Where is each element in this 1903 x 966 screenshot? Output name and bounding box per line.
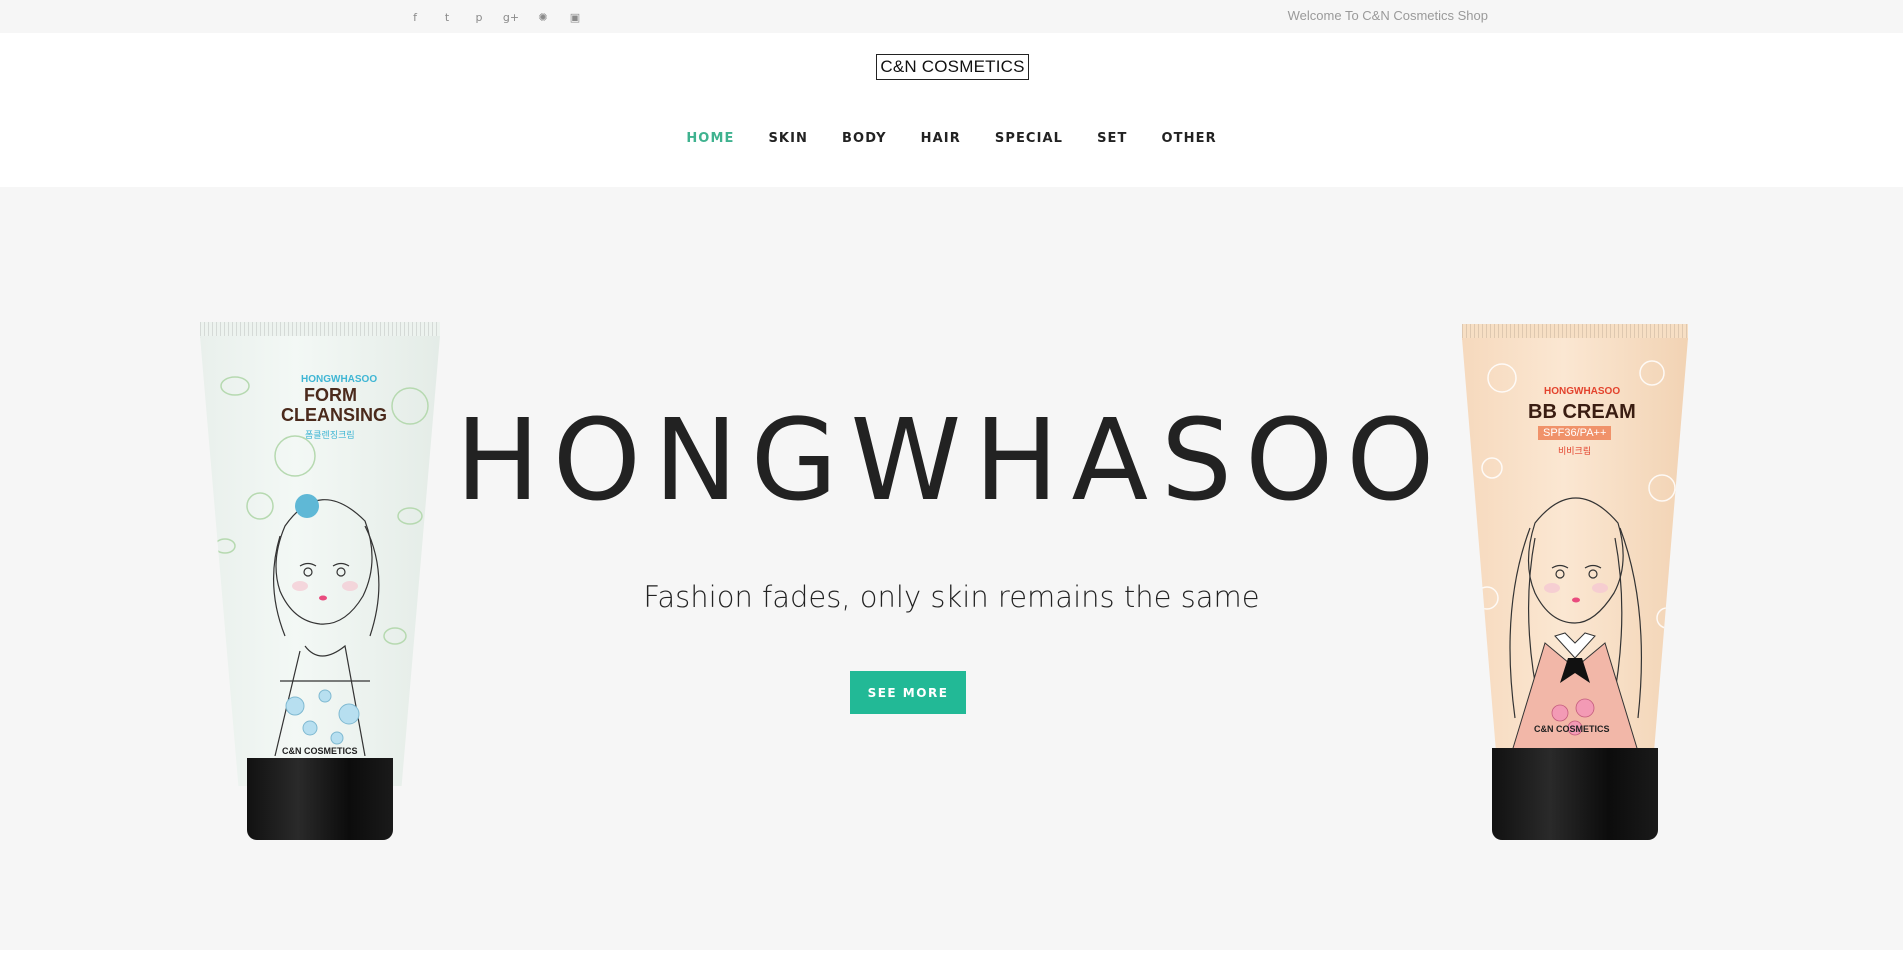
- product-name-line2: CLEANSING: [281, 405, 388, 425]
- product-name: BB CREAM: [1528, 401, 1636, 423]
- product-maker-label: C&N COSMETICS: [1534, 724, 1610, 734]
- nav-item-set[interactable]: SET: [1097, 131, 1127, 146]
- tube-cap: [1492, 748, 1658, 840]
- social-links: f t p g+ ✺ ▣: [406, 8, 584, 26]
- pinterest-icon[interactable]: p: [470, 8, 488, 26]
- product-maker-label: C&N COSMETICS: [282, 746, 358, 756]
- google-plus-icon[interactable]: g+: [502, 8, 520, 26]
- welcome-text: Welcome To C&N Cosmetics Shop: [1287, 8, 1488, 23]
- nav-item-body[interactable]: BODY: [842, 131, 887, 146]
- product-korean-label: 비비크림: [1558, 447, 1592, 457]
- instagram-icon[interactable]: ▣: [566, 8, 584, 26]
- product-name-line1: FORM: [304, 385, 357, 405]
- product-image-bb-cream: HONGWHASOO BB CREAM SPF36/PA++ 비비크림 C&N …: [1462, 324, 1688, 840]
- nav-item-skin[interactable]: SKIN: [768, 131, 808, 146]
- product-korean-label: 폼클렌징크림: [305, 431, 355, 441]
- product-brand-label: HONGWHASOO: [301, 374, 378, 385]
- nav-item-hair[interactable]: HAIR: [921, 131, 961, 146]
- facebook-icon[interactable]: f: [406, 8, 424, 26]
- nav-item-home[interactable]: HOME: [686, 131, 734, 146]
- tube-crimp: [200, 322, 440, 338]
- dribbble-icon[interactable]: ✺: [534, 8, 552, 26]
- twitter-icon[interactable]: t: [438, 8, 456, 26]
- nav-item-special[interactable]: SPECIAL: [995, 131, 1063, 146]
- product-brand-label: HONGWHASOO: [1544, 386, 1621, 397]
- tube-cap: [247, 758, 393, 840]
- nav-item-other[interactable]: OTHER: [1161, 131, 1216, 146]
- product-image-foam-cleansing: HONGWHASOO FORM CLEANSING 폼클렌징크림 C&N COS…: [200, 322, 440, 842]
- top-bar: f t p g+ ✺ ▣ Welcome To C&N Cosmetics Sh…: [0, 0, 1903, 33]
- site-logo[interactable]: C&N COSMETICS: [876, 54, 1029, 80]
- page-bottom: [0, 950, 1903, 966]
- site-header: C&N COSMETICS HOME SKIN BODY HAIR SPECIA…: [0, 33, 1903, 187]
- girl-illustration-icon: [272, 494, 380, 756]
- main-nav: HOME SKIN BODY HAIR SPECIAL SET OTHER: [0, 131, 1903, 146]
- see-more-button[interactable]: SEE MORE: [850, 671, 966, 714]
- tube-crimp: [1462, 324, 1688, 340]
- girl-illustration-icon: [1509, 497, 1643, 758]
- product-spf-badge: SPF36/PA++: [1538, 426, 1612, 440]
